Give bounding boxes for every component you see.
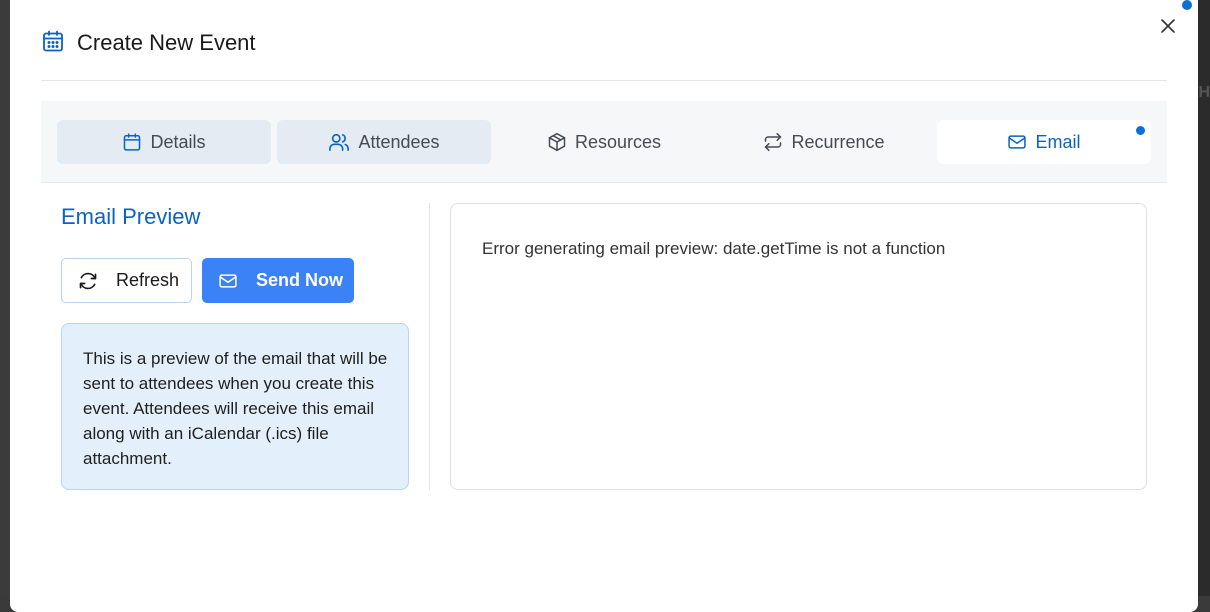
- close-button[interactable]: [1158, 16, 1178, 36]
- refresh-label: Refresh: [116, 270, 180, 290]
- tab-label: Recurrence: [791, 131, 885, 152]
- preview-error-message: Error generating email preview: date.get…: [482, 239, 946, 258]
- preview-info-text: This is a preview of the email that will…: [83, 349, 388, 468]
- users-icon: [329, 133, 350, 151]
- calendar-icon: [41, 29, 65, 58]
- mail-icon: [1008, 135, 1027, 149]
- tab-label: Email: [1035, 131, 1081, 152]
- tab-resources[interactable]: Resources: [497, 120, 711, 164]
- box-icon: [548, 132, 566, 152]
- tab-details[interactable]: Details: [57, 120, 271, 164]
- tab-bar: Details Attendees Resources Recurrence E…: [41, 101, 1167, 183]
- tab-label: Attendees: [358, 131, 440, 152]
- tab-attendees[interactable]: Attendees: [277, 120, 491, 164]
- unsaved-indicator-dot: [1136, 126, 1145, 135]
- send-now-label: Send Now: [256, 270, 344, 290]
- preview-info-box: This is a preview of the email that will…: [61, 323, 409, 490]
- tab-recurrence[interactable]: Recurrence: [717, 120, 931, 164]
- header-divider: [41, 80, 1167, 81]
- refresh-button[interactable]: Refresh: [61, 258, 192, 303]
- tab-email[interactable]: Email: [937, 120, 1151, 164]
- tab-label: Resources: [574, 131, 662, 152]
- refresh-icon: [79, 272, 97, 289]
- mail-icon: [219, 273, 237, 288]
- calendar-icon: [124, 133, 141, 151]
- email-preview-heading: Email Preview: [61, 204, 201, 229]
- notification-dot: [1182, 0, 1192, 10]
- repeat-icon: [765, 132, 782, 152]
- send-now-button[interactable]: Send Now: [202, 258, 354, 303]
- create-event-dialog: Create New Event Details Attendees Resou…: [10, 0, 1198, 612]
- panel-divider: [429, 203, 430, 490]
- dialog-header: Create New Event: [41, 28, 256, 58]
- tab-label: Details: [150, 131, 206, 152]
- close-icon: [1161, 19, 1175, 33]
- dialog-title: Create New Event: [77, 30, 256, 55]
- email-preview-pane: Error generating email preview: date.get…: [450, 203, 1147, 490]
